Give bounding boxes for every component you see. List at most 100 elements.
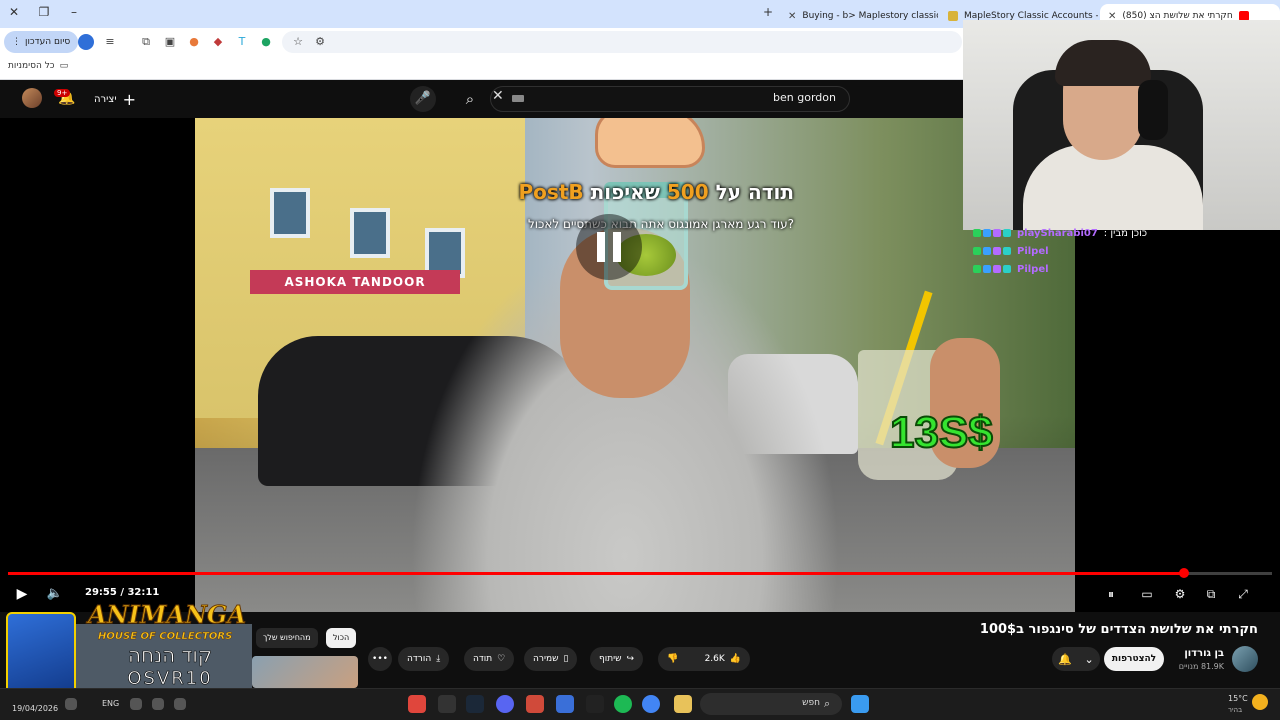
microphone-icon[interactable]	[130, 698, 142, 710]
voice-search-icon[interactable]: 🎤	[410, 86, 436, 112]
taskbar-app-icon[interactable]	[526, 695, 544, 713]
badge-icon	[973, 265, 981, 273]
site-favicon-icon	[948, 11, 958, 21]
price-overlay: 13S$	[889, 407, 994, 458]
miniplayer-icon[interactable]: ⧉	[1201, 584, 1221, 604]
minimize-window-icon[interactable]: –	[64, 5, 84, 19]
play-icon[interactable]: ▶	[12, 584, 32, 604]
chat-message: Pilpel	[973, 262, 1055, 276]
file-explorer-icon[interactable]	[674, 695, 692, 713]
thanks-button[interactable]: תודה ♡	[464, 647, 515, 671]
chip-all[interactable]: הכול	[326, 628, 357, 648]
tab-close-icon[interactable]: ✕	[788, 11, 796, 22]
profile-icon[interactable]	[78, 34, 94, 50]
reading-list-icon[interactable]: ≡	[102, 34, 118, 50]
badge-icon	[983, 265, 991, 273]
taskbar-date[interactable]: 19/04/2026	[12, 704, 58, 713]
chat-message: Pilpel	[973, 244, 1055, 258]
more-actions-button[interactable]: •••	[368, 647, 392, 671]
steam-icon[interactable]	[466, 695, 484, 713]
badge-icon	[1003, 247, 1011, 255]
weather-temperature[interactable]: 15°C	[1228, 694, 1248, 703]
input-language[interactable]: ENG	[102, 699, 119, 708]
exit-update-button[interactable]: ⋮ סיום העדכון	[4, 31, 79, 53]
chrome-icon[interactable]	[642, 695, 660, 713]
clear-search-icon[interactable]: ✕	[492, 88, 504, 104]
related-video-thumbnail[interactable]	[252, 656, 358, 688]
channel-name[interactable]: בן גורדון	[1160, 648, 1224, 659]
settings-gear-icon[interactable]: ⚙	[1170, 584, 1190, 604]
terminal-icon[interactable]	[586, 695, 604, 713]
download-button[interactable]: הורדה ⤓	[398, 647, 450, 671]
like-count[interactable]: 2.6K	[705, 654, 725, 664]
search-icon[interactable]: ⌕	[452, 86, 488, 112]
taskbar-app-icon[interactable]	[438, 695, 456, 713]
like-dislike-group: 👎 2.6K 👍	[658, 647, 750, 671]
window	[350, 208, 390, 258]
tab-buying-maplestory[interactable]: ✕ Buying - b> Maplestory classic	[780, 4, 938, 28]
folder-icon: ▭	[59, 61, 69, 71]
bookmark-icon: ▯	[563, 654, 569, 664]
subscribed-button[interactable]: 🔔 ⌄	[1052, 647, 1100, 671]
channel-avatar[interactable]	[1232, 646, 1258, 672]
join-button[interactable]: להצטרפות	[1104, 647, 1164, 671]
new-tab-icon[interactable]: +	[758, 5, 778, 19]
headphones-icon	[1138, 80, 1168, 140]
discord-icon[interactable]	[496, 695, 514, 713]
badge-icon	[993, 265, 1001, 273]
fullscreen-icon[interactable]: ⤢	[1233, 584, 1253, 604]
badge-icon	[983, 229, 991, 237]
captions-icon[interactable]: ▭	[1137, 584, 1157, 604]
extension-screen-icon[interactable]: ▣	[162, 34, 178, 50]
bookmark-star-icon[interactable]: ☆	[290, 34, 306, 50]
search-query-text: ben gordon	[773, 91, 836, 104]
dislike-icon[interactable]: 👎	[667, 654, 678, 664]
extension-fox-icon[interactable]: ●	[186, 34, 202, 50]
taskbar-app-icon[interactable]	[408, 695, 426, 713]
badge-icon	[993, 229, 1001, 237]
create-button[interactable]: יצירה +	[94, 89, 136, 109]
badge-icon	[1003, 229, 1011, 237]
address-bar[interactable]	[282, 31, 962, 53]
volume-icon[interactable]: 🔈	[45, 584, 65, 604]
all-bookmarks[interactable]: כל הסימניות ▭	[8, 61, 68, 71]
download-icon: ⤓	[436, 654, 441, 664]
extensions-icon[interactable]: ⧉	[138, 34, 154, 50]
site-settings-icon[interactable]: ⚙	[312, 34, 328, 50]
more-horizontal-icon: •••	[372, 654, 388, 664]
pause-overlay-icon[interactable]	[576, 214, 642, 280]
weather-condition: בהיר	[1228, 706, 1243, 714]
bell-icon: 🔔	[1058, 652, 1072, 666]
save-button[interactable]: שמירה ▯	[524, 647, 578, 671]
badge-icon	[973, 229, 981, 237]
stream-chat: playSharabi07 : כוכן מבין Pilpel Pilpel	[963, 226, 1280, 278]
extension-shield-icon[interactable]: ◆	[210, 34, 226, 50]
spotify-icon[interactable]	[614, 695, 632, 713]
close-window-icon[interactable]: ✕	[4, 5, 24, 19]
windows-start-icon[interactable]	[851, 695, 869, 713]
extension-translate-icon[interactable]: T	[234, 34, 250, 50]
subscriber-count: 81.9K מנויים	[1178, 662, 1224, 671]
cartoon-hand-icon	[595, 118, 705, 168]
promo-brand: ANIMANGA	[87, 600, 247, 630]
streamer-hair	[1055, 40, 1151, 86]
keyboard-icon[interactable]	[512, 95, 524, 102]
share-button[interactable]: שיתוף ↪	[590, 647, 644, 671]
kebab-menu-icon: ⋮	[12, 37, 21, 47]
like-icon[interactable]: 👍	[730, 654, 741, 664]
apps-grid-icon[interactable]	[556, 695, 574, 713]
autoplay-toggle-icon[interactable]: ⏸	[1101, 584, 1121, 604]
progress-played	[8, 572, 1184, 575]
avatar[interactable]	[22, 88, 42, 108]
tray-icon[interactable]	[65, 698, 77, 710]
maximize-window-icon[interactable]: ❐	[34, 5, 54, 19]
notification-count-badge: 9+	[54, 89, 71, 97]
chip-from-search[interactable]: מהחיפוש שלך	[256, 628, 318, 648]
weather-sun-icon[interactable]	[1252, 694, 1268, 710]
badge-icon	[983, 247, 991, 255]
chevron-up-icon[interactable]	[174, 698, 186, 710]
network-icon[interactable]	[152, 698, 164, 710]
progress-scrubber[interactable]	[1179, 568, 1189, 578]
badge-icon	[1003, 265, 1011, 273]
extension-grammar-icon[interactable]: ●	[258, 34, 274, 50]
